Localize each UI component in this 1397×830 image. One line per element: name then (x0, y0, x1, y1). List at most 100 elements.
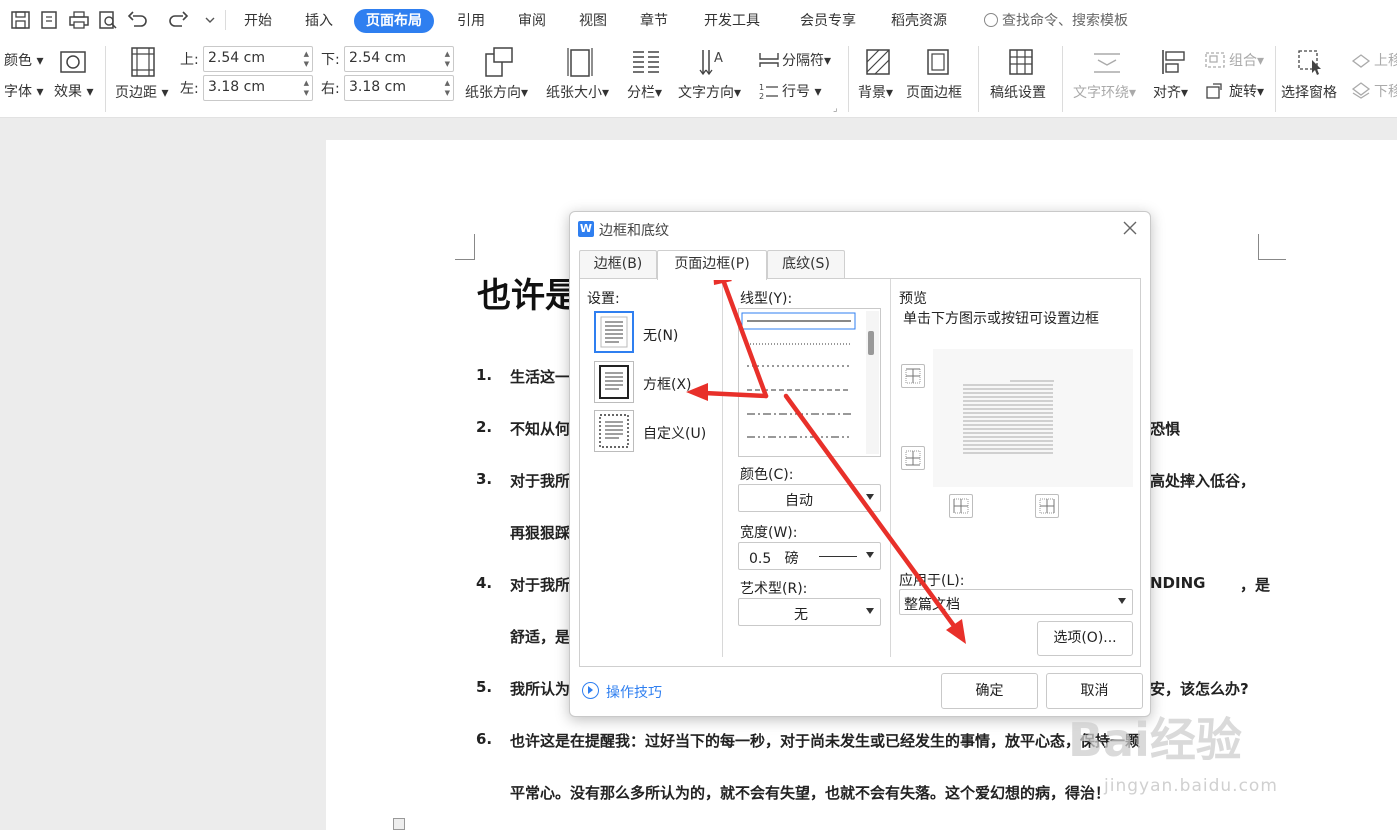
margins-button[interactable]: 页边距 ▾ (115, 84, 168, 102)
selection-pane-icon[interactable] (1296, 48, 1326, 76)
columns-icon[interactable] (630, 46, 662, 78)
theme-color-button[interactable]: 颜色 ▾ (4, 52, 43, 70)
print-icon[interactable] (68, 10, 90, 30)
tab-insert[interactable]: 插入 (305, 9, 333, 33)
options-button[interactable]: 选项(O)... (1037, 621, 1133, 656)
selection-pane-button[interactable]: 选择窗格 (1281, 84, 1337, 102)
redo-icon[interactable] (167, 10, 189, 30)
close-icon[interactable] (1120, 218, 1140, 238)
tab-references[interactable]: 引用 (457, 9, 485, 33)
search-icon (984, 13, 998, 27)
align-button[interactable]: 对齐▾ (1153, 84, 1188, 102)
draft-paper-icon[interactable] (1007, 48, 1035, 76)
margin-top-input[interactable]: 2.54 cm ▲ ▼ (203, 46, 313, 72)
text-direction-button[interactable]: 文字方向▾ (678, 84, 741, 102)
export-pdf-icon[interactable] (39, 10, 61, 30)
tab-developer[interactable]: 开发工具 (704, 9, 760, 33)
left-border-icon[interactable] (949, 494, 973, 518)
text-fragment: 安，该怎么办? (1150, 680, 1249, 698)
orientation-icon[interactable] (482, 46, 516, 78)
list-item-text: 对于我所 (510, 472, 571, 490)
theme-effect-button[interactable]: 效果 ▾ (54, 83, 93, 101)
margin-right-label: 右: (321, 81, 340, 97)
page-border-icon[interactable] (924, 48, 952, 76)
list-item-text: 舒适，是 (510, 628, 571, 646)
draft-paper-button[interactable]: 稿纸设置 (990, 84, 1046, 102)
text-fragment: 恐惧 (1150, 420, 1181, 438)
undo-icon[interactable] (127, 10, 149, 30)
orientation-button[interactable]: 纸张方向▾ (465, 84, 528, 102)
text-direction-icon[interactable]: A (697, 46, 729, 78)
margin-corner-mark (455, 234, 475, 260)
columns-button[interactable]: 分栏▾ (627, 84, 662, 102)
rotate-icon[interactable] (1204, 81, 1226, 99)
paper-size-icon[interactable] (564, 46, 596, 78)
setting-box-label[interactable]: 方框(X) (643, 374, 692, 394)
list-item-text: 对于我所 (510, 576, 571, 594)
customize-dropdown-icon[interactable] (199, 10, 215, 30)
tab-page-layout[interactable]: 页面布局 (354, 9, 434, 33)
line-number-button[interactable]: 行号 ▾ (782, 83, 821, 101)
command-search[interactable]: 查找命令、搜索模板 (984, 9, 1128, 33)
list-item-text: 生活这一 (510, 368, 571, 386)
list-item-text: 再狠狠踩 (510, 524, 571, 542)
color-select[interactable]: 自动 (738, 484, 881, 512)
tab-page-border[interactable]: 页面边框(P) (657, 250, 767, 280)
margin-left-input[interactable]: 3.18 cm ▲ ▼ (203, 75, 313, 101)
group-button: 组合▾ (1229, 53, 1265, 69)
tab-view[interactable]: 视图 (579, 9, 607, 33)
send-down-button: 下移 (1374, 84, 1397, 100)
setting-none-label[interactable]: 无(N) (643, 325, 678, 345)
right-border-icon[interactable] (1035, 494, 1059, 518)
paper-size-button[interactable]: 纸张大小▾ (546, 84, 609, 102)
wps-logo-icon: W (578, 221, 594, 237)
effect-icon[interactable] (58, 50, 88, 74)
dialog-tab-panel: 设置: 无(N) 方框(X) 自定义(U) 线型(Y): 颜色(C): 自动 宽… (579, 278, 1141, 667)
margins-icon[interactable] (128, 46, 158, 78)
art-select[interactable]: 无 (738, 598, 881, 626)
list-number: 4. (476, 574, 493, 592)
save-icon[interactable] (10, 10, 32, 30)
tab-docer[interactable]: 稻壳资源 (891, 9, 947, 33)
border-preview[interactable] (933, 349, 1133, 487)
list-number: 1. (476, 366, 493, 384)
apply-to-select[interactable]: 整篇文档 (899, 589, 1133, 615)
divider (722, 279, 723, 657)
print-preview-icon[interactable] (97, 10, 119, 30)
theme-font-button[interactable]: 字体 ▾ (4, 83, 43, 101)
tab-member[interactable]: 会员专享 (800, 9, 856, 33)
bring-up-button: 上移 (1374, 53, 1397, 69)
bottom-border-icon[interactable] (901, 446, 925, 470)
tab-home[interactable]: 开始 (244, 9, 272, 33)
margin-right-input[interactable]: 3.18 cm ▲ ▼ (344, 75, 454, 101)
background-icon[interactable] (864, 48, 892, 76)
setting-custom-label[interactable]: 自定义(U) (643, 423, 706, 443)
text-fragment: ，是 (1240, 576, 1271, 594)
play-icon[interactable] (582, 682, 599, 699)
tab-borders[interactable]: 边框(B) (579, 250, 657, 278)
line-style-list[interactable] (738, 308, 881, 457)
top-border-icon[interactable] (901, 364, 925, 388)
borders-shading-dialog: W 边框和底纹 边框(B) 页面边框(P) 底纹(S) 设置: 无(N) 方框(… (569, 211, 1151, 717)
align-icon[interactable] (1160, 48, 1188, 76)
tips-link[interactable]: 操作技巧 (606, 682, 662, 702)
separator-button[interactable]: 分隔符▾ (782, 52, 831, 70)
list-number: 3. (476, 470, 493, 488)
paste-options-icon[interactable] (393, 818, 405, 830)
tab-shading[interactable]: 底纹(S) (767, 250, 845, 278)
page-border-button[interactable]: 页面边框 (906, 84, 962, 102)
setting-none-icon[interactable] (594, 311, 634, 353)
page-setup-launcher-icon[interactable]: ⌟ (833, 100, 838, 118)
tab-section[interactable]: 章节 (640, 9, 668, 33)
background-button[interactable]: 背景▾ (858, 84, 893, 102)
setting-custom-icon[interactable] (594, 410, 634, 452)
margin-bottom-input[interactable]: 2.54 cm ▲ ▼ (344, 46, 454, 72)
line-style-label: 线型(Y): (740, 291, 793, 307)
width-select[interactable]: 0.5 磅 (738, 542, 881, 570)
tab-review[interactable]: 审阅 (518, 9, 546, 33)
menu-bar: 开始 插入 页面布局 引用 审阅 视图 章节 开发工具 会员专享 稻壳资源 查找… (0, 0, 1397, 40)
ok-button[interactable]: 确定 (941, 673, 1038, 709)
setting-box-icon[interactable] (594, 361, 634, 403)
bring-up-icon (1350, 51, 1372, 69)
rotate-button[interactable]: 旋转▾ (1229, 83, 1264, 101)
